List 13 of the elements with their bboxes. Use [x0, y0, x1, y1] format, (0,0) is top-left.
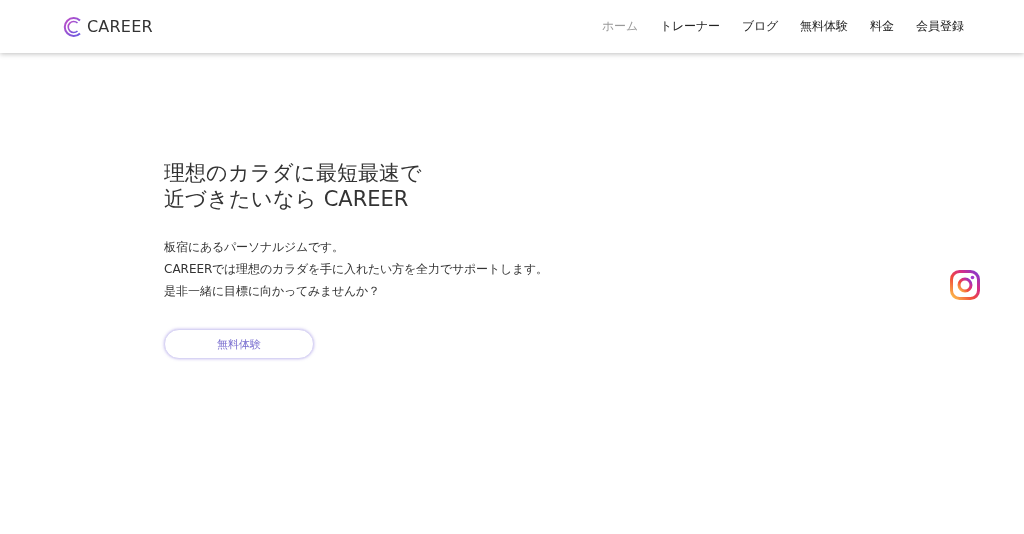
description-text: 板宿にあるパーソナルジムです。: [164, 239, 345, 256]
nav-link[interactable]: トレーナー: [660, 18, 720, 35]
nav-link[interactable]: ブログ: [742, 18, 778, 35]
instagram-icon[interactable]: [950, 270, 980, 300]
headline: 理想のカラダに最短最速で: [164, 160, 422, 186]
trial-button[interactable]: 無料体験: [164, 329, 314, 359]
nav-link[interactable]: 料金: [870, 18, 894, 35]
nav-link[interactable]: 会員登録: [916, 18, 964, 35]
logo-text[interactable]: CAREER: [87, 17, 153, 36]
description-text: 是非一緒に目標に向かってみませんか？: [164, 283, 381, 300]
headline: 近づきたいなら CAREER: [164, 186, 410, 212]
description-text: CAREERでは理想のカラダを手に入れたい方を全力でサポートします。: [164, 261, 549, 278]
nav-link[interactable]: 無料体験: [800, 18, 848, 35]
